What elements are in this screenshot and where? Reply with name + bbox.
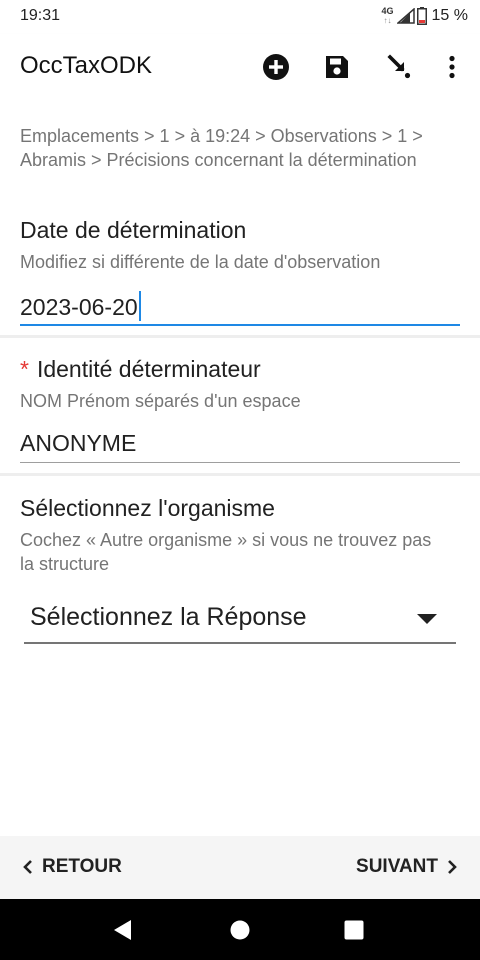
back-triangle-icon	[114, 920, 131, 940]
determination-date-input[interactable]: 2023-06-20	[20, 291, 141, 321]
chevron-right-icon	[448, 860, 457, 874]
form-navigation-bar: RETOUR SUIVANT	[0, 836, 480, 899]
back-button-label: RETOUR	[42, 856, 122, 877]
app-bar: OccTaxODK	[0, 34, 480, 102]
save-button[interactable]	[320, 50, 354, 84]
dropdown-arrow-icon	[417, 614, 437, 624]
system-back-button[interactable]	[111, 918, 135, 942]
add-repeat-button[interactable]	[259, 50, 293, 84]
question-label-determiner: * Identité déterminateur	[20, 356, 261, 382]
breadcrumb: Emplacements > 1 > à 19:24 > Observation…	[20, 126, 423, 170]
question-hint-determination-date: Modifiez si différente de la date d'obse…	[20, 252, 381, 272]
system-home-button[interactable]	[228, 918, 252, 942]
back-button[interactable]: RETOUR	[22, 856, 122, 878]
save-icon	[326, 56, 348, 78]
required-marker: *	[20, 356, 29, 382]
next-button[interactable]: SUIVANT	[356, 856, 458, 878]
system-recents-button[interactable]	[342, 918, 366, 942]
status-icons: 4G ↑↓ 15 %	[382, 4, 468, 28]
organisation-select-underline	[24, 642, 456, 644]
app-title: OccTaxODK	[20, 52, 153, 79]
question-divider	[0, 335, 480, 338]
question-label-determination-date: Date de détermination	[20, 217, 247, 243]
determination-date-underline	[20, 324, 460, 326]
add-circle-icon	[263, 54, 289, 80]
chevron-left-icon	[23, 860, 32, 874]
go-to-icon	[387, 54, 411, 79]
battery-icon	[416, 7, 427, 25]
network-type: 4G ↑↓	[381, 6, 394, 26]
home-circle-icon	[230, 920, 250, 940]
organisation-select-value: Sélectionnez la Réponse	[30, 603, 307, 631]
next-button-label: SUIVANT	[356, 856, 438, 877]
determiner-value: ANONYME	[20, 430, 137, 456]
question-divider	[0, 473, 480, 476]
determiner-input[interactable]: ANONYME	[20, 430, 136, 457]
determiner-underline	[20, 462, 460, 463]
determination-date-value: 2023-06-20	[20, 294, 138, 320]
question-hint-determiner: NOM Prénom séparés d'un espace	[20, 391, 301, 411]
question-hint-organisation: Cochez « Autre organisme » si vous ne tr…	[20, 530, 432, 574]
go-to-button[interactable]	[382, 50, 416, 84]
battery-percent: 15 %	[431, 7, 468, 24]
system-navigation-bar	[0, 899, 480, 960]
question-label-organisation: Sélectionnez l'organisme	[20, 495, 275, 521]
data-arrows-icon: ↑↓	[383, 16, 392, 25]
status-bar: 19:31 4G ↑↓ 15 %	[0, 0, 480, 34]
signal-icon	[396, 8, 415, 24]
form-content: Emplacements > 1 > à 19:24 > Observation…	[0, 102, 480, 836]
text-cursor	[138, 291, 141, 321]
status-time: 19:31	[20, 7, 61, 24]
recents-square-icon	[344, 920, 364, 940]
more-vert-icon	[449, 55, 455, 79]
overflow-menu-button[interactable]	[435, 50, 469, 84]
organisation-select[interactable]: Sélectionnez la Réponse	[24, 595, 456, 645]
